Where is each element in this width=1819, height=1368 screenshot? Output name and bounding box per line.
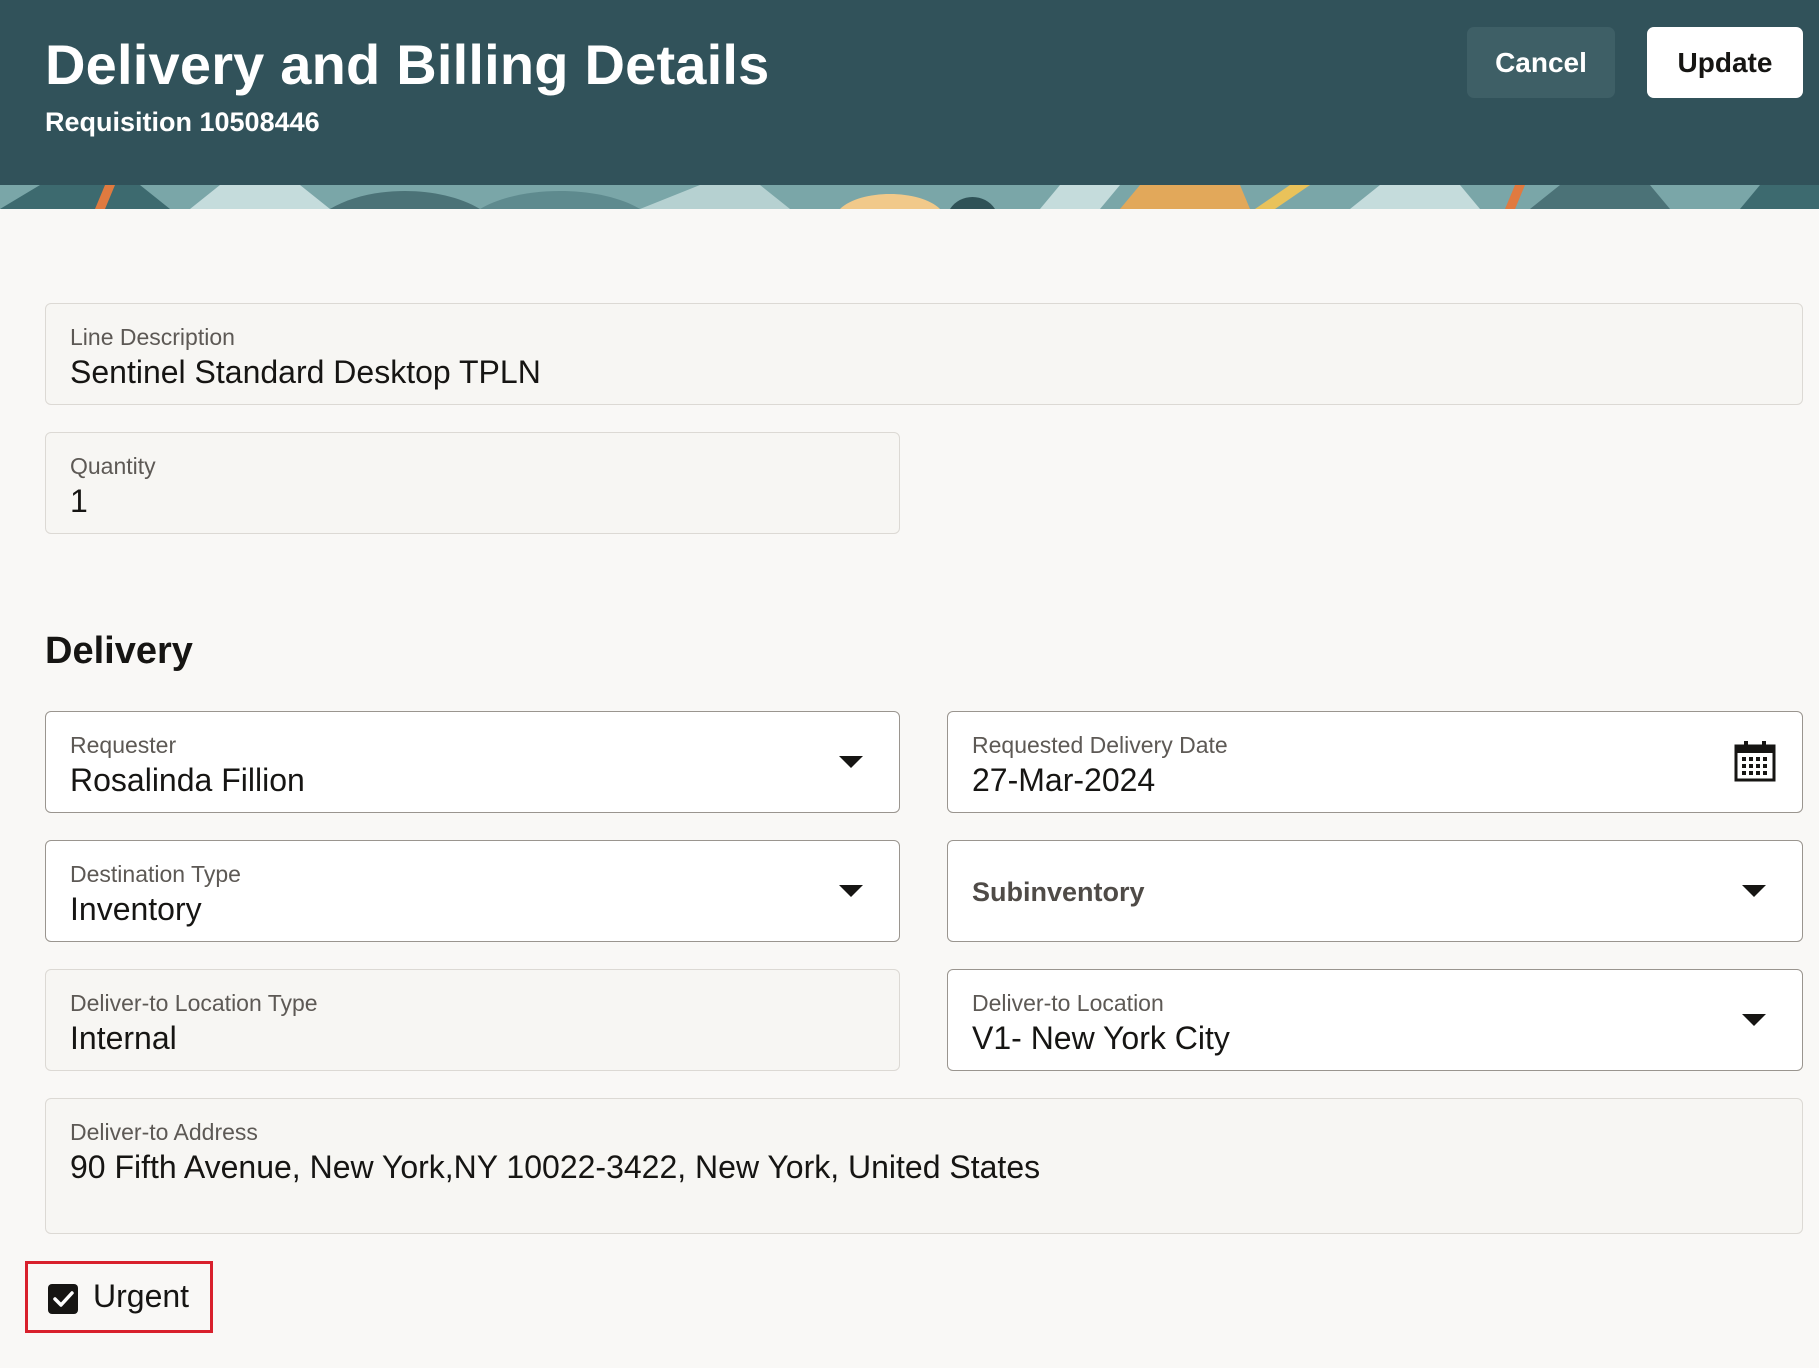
deliver-to-address-field: Deliver-to Address 90 Fifth Avenue, New … bbox=[45, 1098, 1803, 1234]
deliver-to-location-select[interactable]: Deliver-to Location V1- New York City bbox=[947, 969, 1803, 1071]
destination-type-label: Destination Type bbox=[70, 861, 241, 887]
requisition-number: Requisition 10508446 bbox=[45, 107, 320, 137]
deliver-to-location-label: Deliver-to Location bbox=[972, 990, 1164, 1016]
quantity-field: Quantity 1 bbox=[45, 432, 900, 534]
requested-delivery-date-field[interactable]: Requested Delivery Date 27-Mar-2024 bbox=[947, 711, 1803, 813]
deliver-to-address-value: 90 Fifth Avenue, New York,NY 10022-3422,… bbox=[70, 1149, 1041, 1185]
line-description-field: Line Description Sentinel Standard Deskt… bbox=[45, 303, 1803, 405]
urgent-label[interactable]: Urgent bbox=[93, 1278, 189, 1315]
destination-type-value: Inventory bbox=[70, 891, 202, 927]
page-title: Delivery and Billing Details bbox=[45, 33, 770, 96]
destination-type-select[interactable]: Destination Type Inventory bbox=[45, 840, 900, 942]
requester-value: Rosalinda Fillion bbox=[70, 762, 305, 798]
chevron-down-icon[interactable] bbox=[839, 885, 863, 897]
deliver-to-location-type-value: Internal bbox=[70, 1020, 177, 1056]
deliver-to-location-value: V1- New York City bbox=[972, 1020, 1230, 1056]
checkmark-icon bbox=[53, 1291, 74, 1307]
delivery-section-title: Delivery bbox=[45, 630, 193, 672]
line-description-label: Line Description bbox=[70, 324, 235, 350]
decorative-banner bbox=[0, 185, 1819, 209]
calendar-icon[interactable] bbox=[1734, 740, 1776, 782]
urgent-highlight: Urgent bbox=[25, 1261, 213, 1333]
line-description-value: Sentinel Standard Desktop TPLN bbox=[70, 354, 541, 390]
chevron-down-icon[interactable] bbox=[839, 756, 863, 768]
page-header: Delivery and Billing Details Requisition… bbox=[0, 0, 1819, 185]
requester-select[interactable]: Requester Rosalinda Fillion bbox=[45, 711, 900, 813]
urgent-checkbox[interactable] bbox=[48, 1284, 78, 1314]
deliver-to-location-type-label: Deliver-to Location Type bbox=[70, 990, 318, 1016]
deliver-to-location-type-field: Deliver-to Location Type Internal bbox=[45, 969, 900, 1071]
subinventory-select[interactable]: Subinventory bbox=[947, 840, 1803, 942]
update-button[interactable]: Update bbox=[1647, 27, 1803, 98]
chevron-down-icon[interactable] bbox=[1742, 1014, 1766, 1026]
quantity-label: Quantity bbox=[70, 453, 156, 479]
cancel-button[interactable]: Cancel bbox=[1467, 27, 1615, 98]
requested-delivery-date-value: 27-Mar-2024 bbox=[972, 762, 1156, 798]
deliver-to-address-label: Deliver-to Address bbox=[70, 1119, 258, 1145]
subinventory-label: Subinventory bbox=[972, 877, 1145, 907]
chevron-down-icon[interactable] bbox=[1742, 885, 1766, 897]
requested-delivery-date-label: Requested Delivery Date bbox=[972, 732, 1228, 758]
quantity-value: 1 bbox=[70, 483, 88, 519]
requester-label: Requester bbox=[70, 732, 177, 758]
